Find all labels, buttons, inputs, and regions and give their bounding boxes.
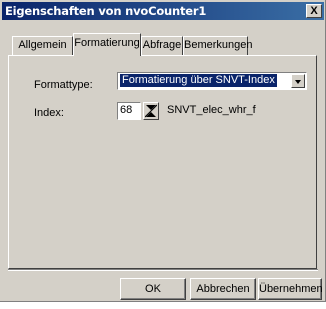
index-label: Index:	[34, 107, 64, 119]
apply-button[interactable]: Übernehmen	[258, 278, 323, 300]
chevron-down-icon	[295, 80, 301, 84]
tab-allgemein[interactable]: Allgemein	[12, 36, 73, 55]
cancel-label: Abbrechen	[196, 283, 250, 295]
close-icon: X	[310, 5, 318, 17]
spin-arrows-icon	[145, 104, 157, 118]
tab-label: Allgemein	[18, 39, 67, 51]
tab-label: Formatierung	[74, 37, 140, 49]
divider-highlight	[8, 270, 318, 271]
ok-label: OK	[145, 283, 161, 295]
tab-bemerkungen[interactable]: Bemerkungen	[183, 36, 253, 55]
dropdown-button[interactable]	[291, 74, 305, 88]
snvt-name: SNVT_elec_whr_f	[167, 104, 256, 116]
formattype-selected-value: Formatierung über SNVT-Index	[120, 74, 277, 87]
index-spinner[interactable]	[143, 102, 159, 120]
ok-button[interactable]: OK	[120, 278, 186, 300]
index-input[interactable]: 68	[117, 102, 141, 120]
title-bar[interactable]: Eigenschaften von nvoCounter1 X	[2, 2, 324, 20]
cancel-button[interactable]: Abbrechen	[190, 278, 256, 300]
close-button[interactable]: X	[306, 4, 322, 18]
tab-label: Abfrage	[142, 39, 182, 51]
formattype-select[interactable]: Formatierung über SNVT-Index	[117, 72, 307, 90]
tab-formatierung[interactable]: Formatierung	[73, 33, 141, 56]
properties-dialog: Eigenschaften von nvoCounter1 X Allgemei…	[0, 0, 326, 302]
formattype-label: Formattype:	[34, 79, 93, 91]
tab-abfrage[interactable]: Abfrage	[141, 36, 183, 55]
window-title: Eigenschaften von nvoCounter1	[5, 4, 207, 18]
apply-label: Übernehmen	[259, 283, 323, 295]
tab-label: Bemerkungen	[184, 39, 253, 51]
